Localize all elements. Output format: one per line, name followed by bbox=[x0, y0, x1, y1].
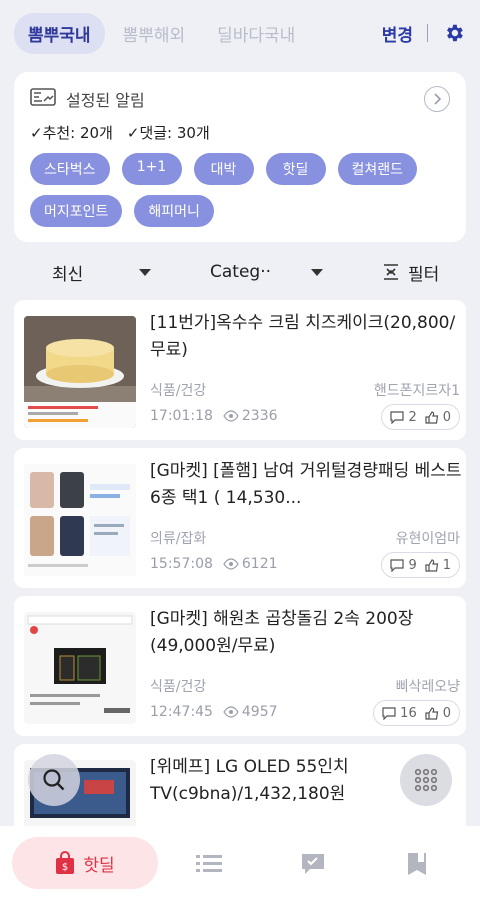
eye-icon bbox=[223, 706, 239, 718]
like-count: 1 bbox=[442, 557, 451, 573]
deal-card[interactable]: [G마켓] 해원초 곱창돌김 2속 200장 (49,000원/무료) 식품/건… bbox=[14, 596, 466, 736]
deal-meta: 15:57:08 6121 bbox=[150, 556, 278, 572]
sort-value: 최신 bbox=[52, 264, 84, 285]
svg-text:$: $ bbox=[62, 862, 68, 873]
sort-dropdown[interactable]: 최신 bbox=[52, 260, 152, 285]
change-button[interactable]: 변경 bbox=[382, 21, 413, 46]
filter-bar: 최신 Categ·· 필터 bbox=[0, 250, 480, 294]
deal-thumbnail bbox=[24, 612, 136, 724]
category-value: Categ·· bbox=[210, 262, 272, 282]
deal-author: 삐삭레오냥 bbox=[395, 679, 460, 695]
reaction-badge: 9 1 bbox=[381, 552, 460, 578]
thumbs-up-icon bbox=[425, 558, 439, 572]
like-count: 0 bbox=[442, 409, 451, 425]
deal-time: 12:47:45 bbox=[150, 704, 213, 720]
keyword-chip[interactable]: 해피머니 bbox=[134, 195, 214, 227]
comment-icon bbox=[390, 558, 405, 572]
view-count: 4957 bbox=[241, 704, 278, 720]
view-count: 6121 bbox=[241, 556, 278, 572]
comment-count: 16 bbox=[400, 705, 417, 721]
tab-ppomppu-overseas[interactable]: 뽐뿌해외 bbox=[109, 13, 200, 54]
alert-settings-icon bbox=[30, 87, 56, 111]
deal-card[interactable]: [11번가]옥수수 크림 치즈케이크(20,800/무료) 식품/건강 핸드폰지… bbox=[14, 300, 466, 440]
chevron-right-icon[interactable] bbox=[424, 86, 450, 112]
nav-hotdeal[interactable]: $ 핫딜 bbox=[12, 837, 158, 889]
deal-author: 유현이엄마 bbox=[395, 531, 460, 547]
deal-card[interactable]: [G마켓] [폴햄] 남여 거위털경량패딩 베스트 6종 택1 ( 14,530… bbox=[14, 448, 466, 588]
reaction-badge: 2 0 bbox=[381, 404, 460, 430]
search-icon bbox=[41, 767, 67, 793]
deal-category: 식품/건강 bbox=[150, 679, 207, 695]
keyword-chips: 스타벅스 1+1 대박 핫딜 컬쳐랜드 머지포인트 해피머니 bbox=[30, 153, 450, 227]
alert-settings-card[interactable]: 설정된 알림 ✓추천: 20개 ✓댓글: 30개 스타벅스 1+1 대박 핫딜 … bbox=[14, 72, 466, 242]
menu-grid-button[interactable] bbox=[400, 754, 452, 806]
keyword-chip[interactable]: 머지포인트 bbox=[30, 195, 123, 227]
like-count: 0 bbox=[442, 705, 451, 721]
comment-icon bbox=[382, 706, 396, 720]
deal-category: 의류/잡화 bbox=[150, 531, 207, 547]
deal-meta: 17:01:18 2336 bbox=[150, 408, 278, 424]
grid-icon bbox=[413, 767, 439, 793]
tab-dealbada-domestic[interactable]: 딜바다국내 bbox=[203, 13, 309, 54]
keyword-chip[interactable]: 1+1 bbox=[121, 153, 182, 185]
deal-title: [G마켓] [폴햄] 남여 거위털경량패딩 베스트 6종 택1 ( 14,530… bbox=[150, 461, 462, 508]
search-button[interactable] bbox=[28, 754, 80, 806]
thumbs-up-icon bbox=[425, 410, 439, 424]
bottom-nav: $ 핫딜 bbox=[0, 826, 480, 900]
deal-category: 식품/건강 bbox=[150, 383, 207, 399]
eye-icon bbox=[223, 558, 239, 570]
deal-thumbnail bbox=[24, 316, 136, 428]
dropdown-arrow-icon bbox=[311, 268, 324, 276]
comment-count: 2 bbox=[408, 409, 417, 425]
chat-check-icon[interactable] bbox=[300, 852, 326, 876]
keyword-chip[interactable]: 스타벅스 bbox=[30, 153, 110, 185]
divider bbox=[427, 24, 428, 42]
nav-hotdeal-label: 핫딜 bbox=[83, 855, 115, 876]
filter-icon bbox=[382, 263, 400, 281]
views: 6121 bbox=[223, 556, 278, 572]
thumbs-up-icon bbox=[425, 706, 439, 720]
views: 4957 bbox=[223, 704, 278, 720]
dropdown-arrow-icon bbox=[139, 268, 152, 276]
filter-button[interactable]: 필터 bbox=[382, 260, 439, 285]
eye-icon bbox=[223, 410, 239, 422]
deal-meta: 12:47:45 4957 bbox=[150, 704, 278, 720]
comment-count: 9 bbox=[408, 557, 417, 573]
bookmark-icon[interactable] bbox=[404, 852, 430, 876]
deal-title: [G마켓] 해원초 곱창돌김 2속 200장 (49,000원/무료) bbox=[150, 609, 414, 656]
keyword-chip[interactable]: 컬쳐랜드 bbox=[337, 153, 418, 185]
view-count: 2336 bbox=[241, 408, 278, 424]
gear-icon[interactable] bbox=[442, 21, 466, 45]
shopping-bag-icon: $ bbox=[55, 851, 75, 875]
alert-title: 설정된 알림 bbox=[66, 91, 145, 110]
deal-time: 17:01:18 bbox=[150, 408, 213, 424]
views: 2336 bbox=[223, 408, 278, 424]
top-bar: 뽐뿌국내 뽐뿌해외 딜바다국내 변경 bbox=[0, 0, 480, 66]
comment-count: ✓댓글: 30개 bbox=[126, 124, 210, 142]
category-dropdown[interactable]: Categ·· bbox=[210, 262, 324, 282]
keyword-chip[interactable]: 대박 bbox=[193, 153, 254, 185]
recommend-count: ✓추천: 20개 bbox=[30, 124, 113, 142]
keyword-chip[interactable]: 핫딜 bbox=[265, 153, 326, 185]
deal-title: [11번가]옥수수 크림 치즈케이크(20,800/무료) bbox=[150, 313, 456, 360]
tab-ppomppu-domestic[interactable]: 뽐뿌국내 bbox=[14, 12, 105, 54]
filter-label: 필터 bbox=[408, 264, 440, 285]
reaction-badge: 16 0 bbox=[373, 700, 460, 726]
deal-author: 핸드폰지르자1 bbox=[373, 383, 460, 399]
list-icon[interactable] bbox=[196, 852, 222, 876]
deal-time: 15:57:08 bbox=[150, 556, 213, 572]
deal-thumbnail bbox=[24, 464, 136, 576]
comment-icon bbox=[390, 410, 405, 424]
